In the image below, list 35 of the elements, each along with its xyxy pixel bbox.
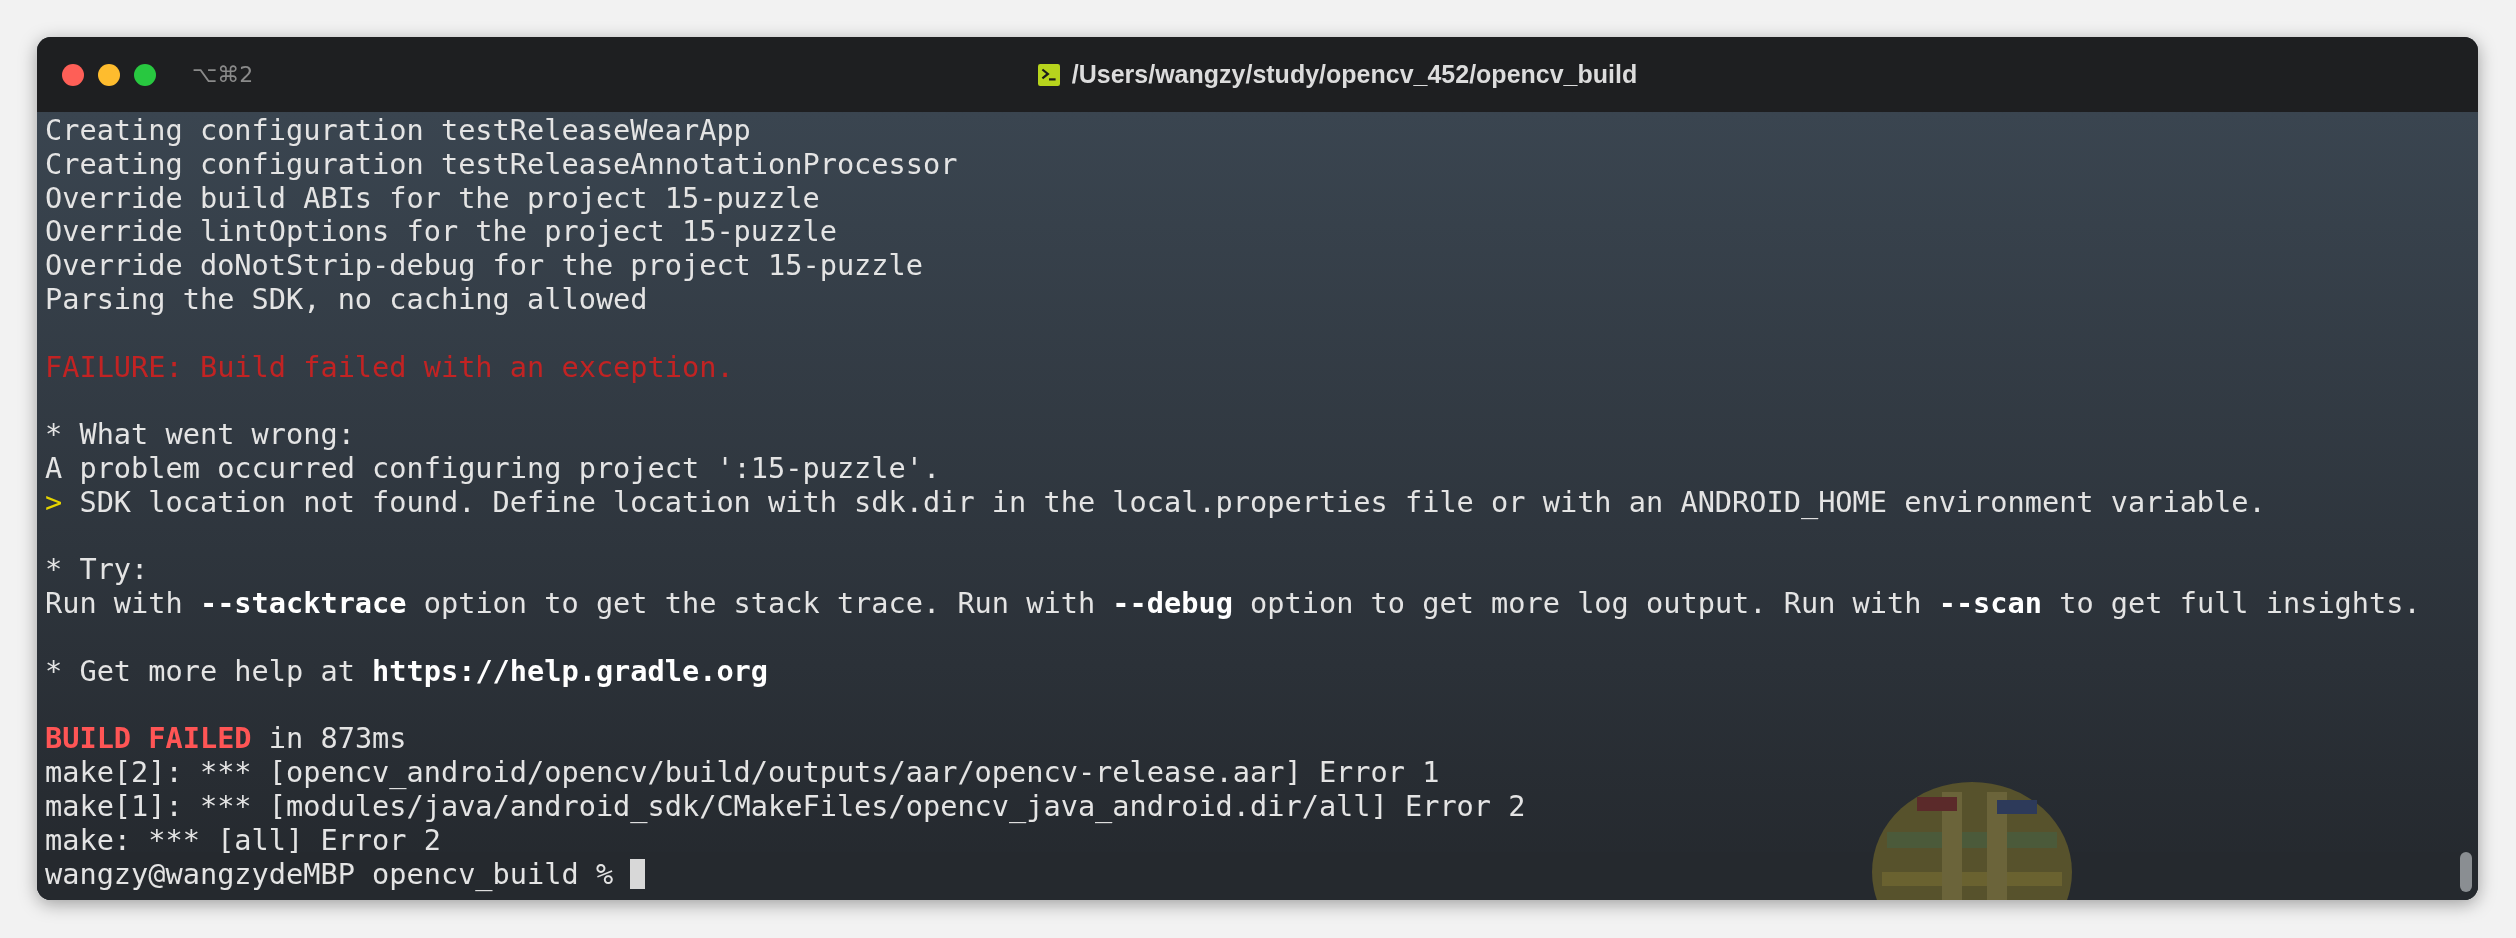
output-text: Override build ABIs for the project 15-puzzle xyxy=(45,180,820,215)
output-text: --debug xyxy=(1112,586,1233,621)
output-text: in 873ms xyxy=(267,721,407,756)
output-text: * Get more help at xyxy=(45,653,356,688)
output-text: make[2]: *** [opencv_android/opencv/build/outputs/aar/opencv-release.aar] Error 1 xyxy=(45,755,1440,790)
output-text: option to get the stack trace. Run with xyxy=(422,586,1097,621)
output-text: Creating configuration testReleaseAnnotationProcessor xyxy=(45,146,958,181)
tab-shortcut: ⌥⌘2 xyxy=(192,62,254,87)
output-text: Parsing the SDK, no caching allowed xyxy=(45,282,648,316)
scroll-thumb[interactable] xyxy=(2460,852,2472,892)
output-text: wangzy@wangzydeMBP opencv_build % xyxy=(45,856,615,891)
failure-label: BUILD FAILED xyxy=(45,721,252,756)
output-text: * What went wrong: xyxy=(45,417,355,452)
output-text: * Try: xyxy=(45,552,149,587)
output-text: to get full insights. xyxy=(2058,586,2421,621)
output-text: make: *** [all] Error 2 xyxy=(45,822,441,857)
output-text: A problem occurred configuring project ':15-puzzle'. xyxy=(45,450,941,485)
output-text: Run with xyxy=(45,586,184,621)
output-text: https://help.gradle.org xyxy=(372,653,769,688)
error-message: FAILURE: Build failed with an exception. xyxy=(45,349,734,384)
output-text: SDK location not found. Define location with sdk.dir in the local.properties file or with an ANDROID_HOME environment variable. xyxy=(78,484,2266,519)
output-text: Override lintOptions for the project 15-puzzle xyxy=(45,214,837,249)
output-text: --scan xyxy=(1938,586,2042,621)
window-title: /Users/wangzy/study/opencv_452/opencv_build xyxy=(1071,60,1638,89)
prompt-marker: > xyxy=(45,484,63,519)
zoom-button[interactable] xyxy=(134,63,156,86)
text-cursor xyxy=(630,858,646,889)
minimize-button[interactable] xyxy=(98,63,120,86)
terminal-icon xyxy=(1037,63,1060,86)
output-text: Creating configuration testReleaseWearApp xyxy=(45,113,751,147)
output-text: Override doNotStrip-debug for the project 15-puzzle xyxy=(45,248,923,283)
close-button[interactable] xyxy=(62,63,84,86)
output-text: make[1]: *** [modules/java/android_sdk/CMakeFiles/opencv_java_android.dir/all] Error 2 xyxy=(45,788,1526,823)
output-text: --stacktrace xyxy=(199,586,407,621)
output-text: option to get more log output. Run with xyxy=(1249,586,1923,621)
